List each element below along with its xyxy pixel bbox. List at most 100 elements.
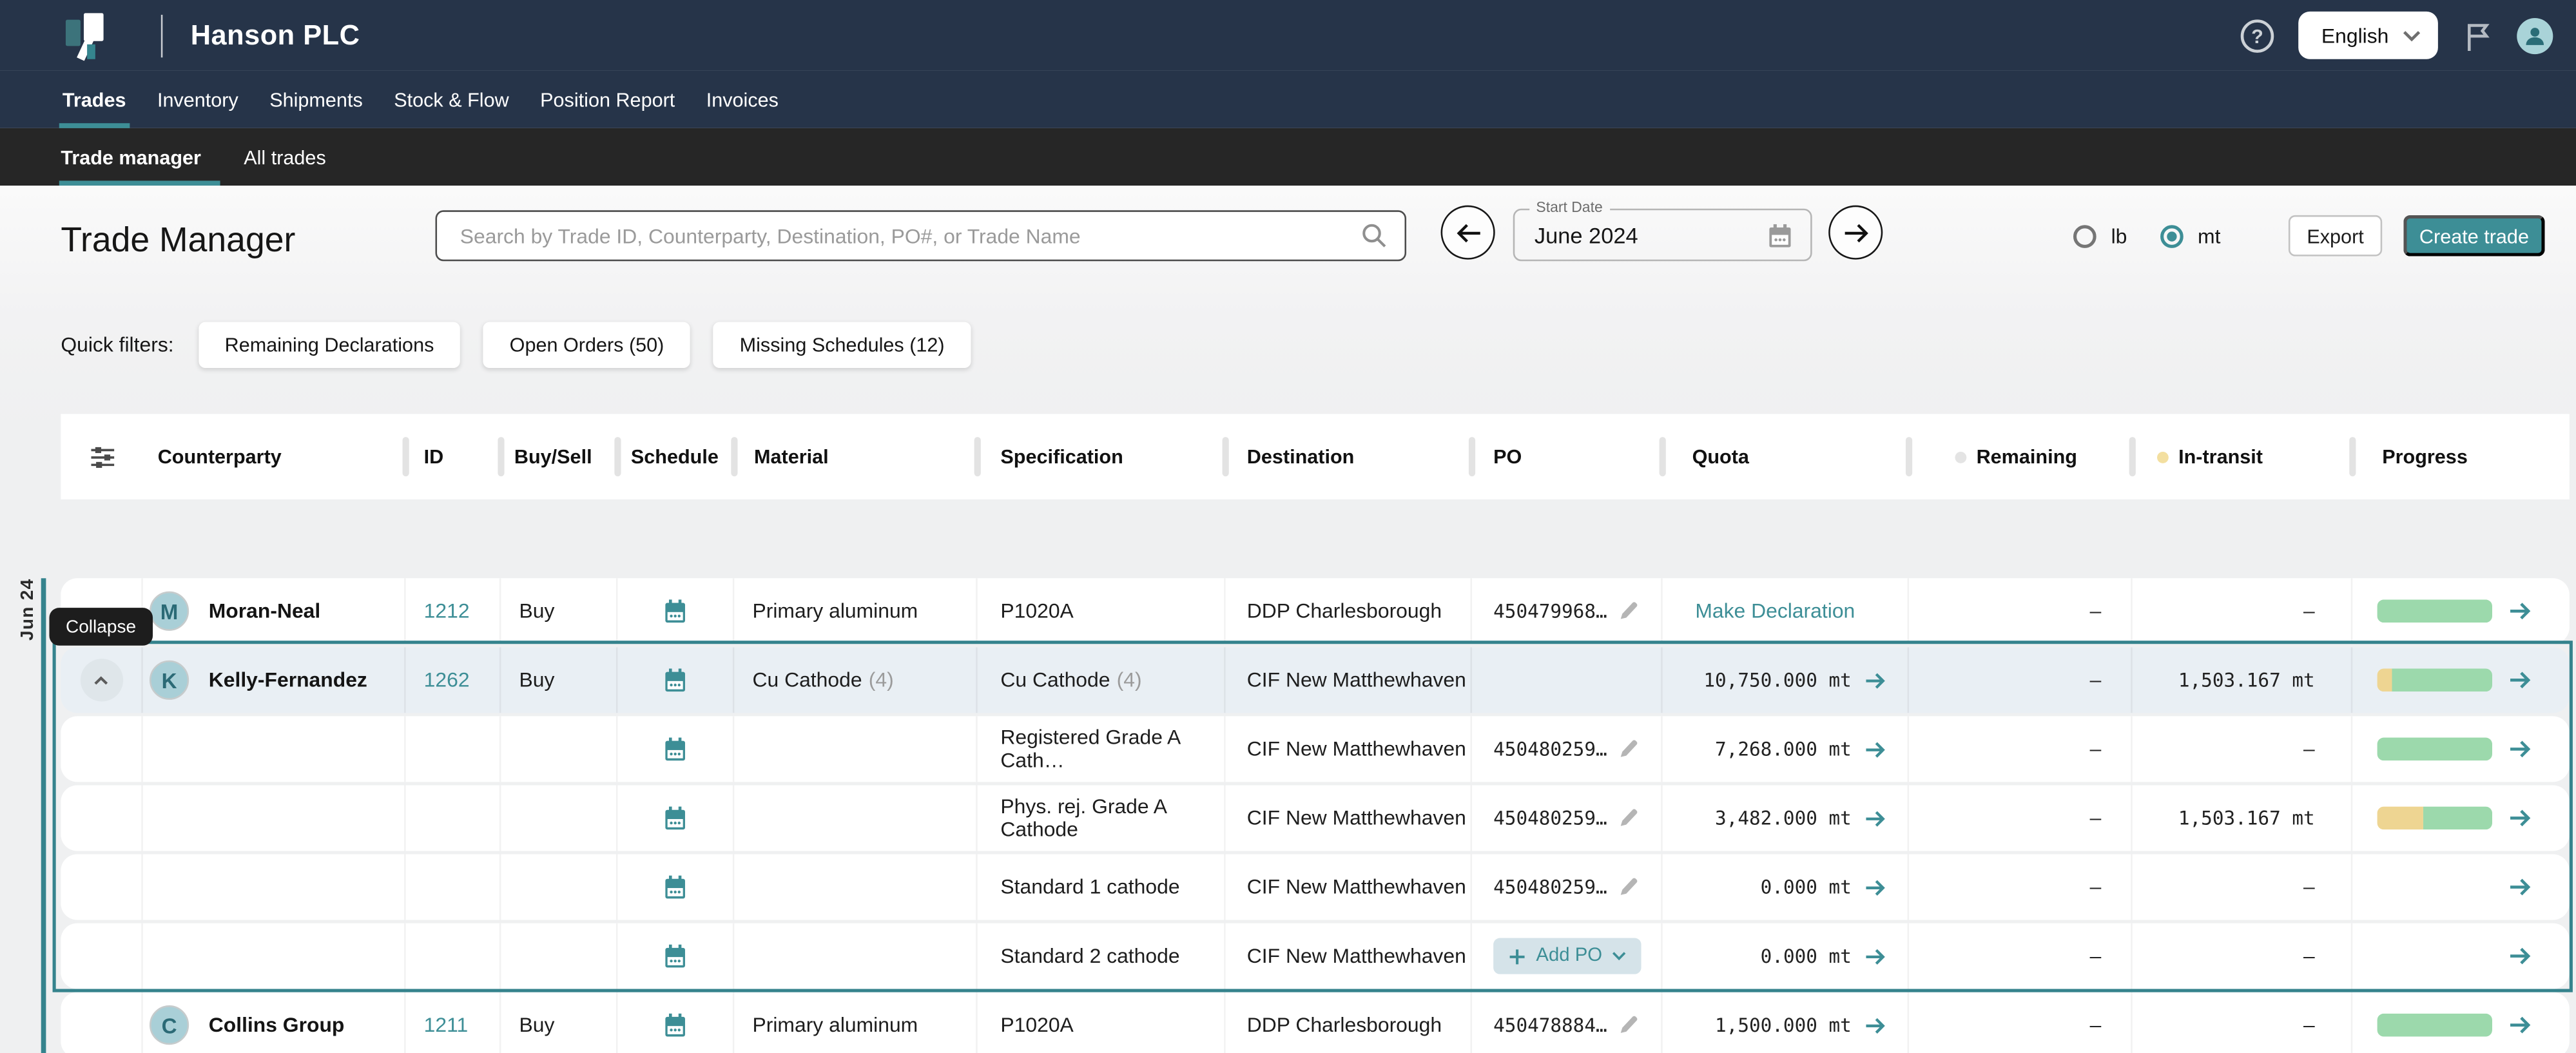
edit-pencil-icon[interactable] [1617,807,1640,830]
open-trade-arrow-icon[interactable] [2507,874,2533,900]
edit-pencil-icon[interactable] [1617,738,1640,761]
schedule-calendar-icon [662,874,688,900]
quota-arrow-icon[interactable] [1863,668,1888,692]
col-buy-sell[interactable]: Buy/Sell [501,414,617,499]
chevron-down-icon [1612,951,1627,961]
schedule-cell[interactable] [617,716,734,782]
make-declaration-link[interactable]: Make Declaration [1695,599,1855,623]
flag-button[interactable] [2461,19,2494,52]
filter-missing-schedules[interactable]: Missing Schedules (12) [713,322,971,368]
open-trade-arrow-icon[interactable] [2507,943,2533,969]
collapse-group-button[interactable] [80,659,122,701]
nav-stock-flow[interactable]: Stock & Flow [394,71,509,128]
in-transit-value: – [2303,599,2315,623]
quota-arrow-icon[interactable] [1863,874,1888,899]
table-row[interactable]: M Moran-Neal 1212 Buy Primary aluminum P… [61,578,2569,644]
quota-value: 3,482.000 mt [1715,807,1852,830]
open-trade-arrow-icon[interactable] [2507,667,2533,693]
remaining-status-dot [1955,451,1966,463]
col-remaining[interactable]: Remaining [1909,414,2133,499]
open-trade-arrow-icon[interactable] [2507,805,2533,831]
buy-sell-cell: Buy [501,992,617,1053]
schedule-cell[interactable] [617,578,734,644]
edit-pencil-icon[interactable] [1617,599,1640,623]
col-counterparty[interactable]: Counterparty [143,414,406,499]
col-material[interactable]: Material [734,414,977,499]
nav-position-report[interactable]: Position Report [540,71,675,128]
po-number: 450480259… [1493,807,1607,830]
schedule-cell[interactable] [617,647,734,713]
po-number: 450480259… [1493,738,1607,761]
nav-invoices[interactable]: Invoices [706,71,779,128]
quota-arrow-icon[interactable] [1863,737,1888,761]
calendar-icon[interactable] [1766,221,1794,249]
create-trade-button[interactable]: Create trade [2403,215,2544,256]
quota-arrow-icon[interactable] [1863,1013,1888,1038]
open-trade-arrow-icon[interactable] [2507,736,2533,762]
col-specification[interactable]: Specification [978,414,1226,499]
specification-cell: Registered Grade A Cath… [978,716,1226,782]
table-subrow[interactable]: Phys. rej. Grade A Cathode CIF New Matth… [61,785,2569,851]
schedule-cell[interactable] [617,923,734,989]
schedule-cell[interactable] [617,855,734,920]
next-month-button[interactable] [1828,206,1883,260]
table-row[interactable]: C Collins Group 1211 Buy Primary aluminu… [61,992,2569,1053]
table-subrow[interactable]: Standard 1 cathode CIF New Matthewhaven … [61,855,2569,920]
quota-arrow-icon[interactable] [1863,943,1888,968]
trade-id-link[interactable]: 1212 [424,599,470,623]
schedule-calendar-icon [662,598,688,624]
table-row-group[interactable]: K Kelly-Fernandez 1262 Buy Cu Cathode(4) [61,647,2569,713]
quota-value: 0.000 mt [1761,876,1852,899]
start-date-field[interactable]: Start Date June 2024 [1513,209,1812,262]
col-quota[interactable]: Quota [1663,414,1909,499]
user-avatar[interactable] [2517,17,2553,53]
col-po[interactable]: PO [1472,414,1663,499]
col-schedule[interactable]: Schedule [617,414,734,499]
column-settings-button[interactable] [61,414,142,499]
in-transit-status-dot [2157,451,2169,463]
nav-shipments[interactable]: Shipments [269,71,363,128]
tab-all-trades[interactable]: All trades [244,128,326,186]
filter-remaining-declarations[interactable]: Remaining Declarations [199,322,460,368]
in-transit-value: – [2303,876,2315,899]
month-group-label: Jun 24 [18,568,38,650]
nav-trades[interactable]: Trades [63,71,126,128]
open-trade-arrow-icon[interactable] [2507,598,2533,624]
table-subrow[interactable]: Standard 2 cathode CIF New Matthewhaven … [61,923,2569,989]
schedule-cell[interactable] [617,785,734,851]
language-selector[interactable]: English [2298,12,2438,59]
table-subrow[interactable]: Registered Grade A Cath… CIF New Matthew… [61,716,2569,782]
help-button[interactable]: ? [2239,17,2275,53]
search-box [436,210,1407,261]
open-trade-arrow-icon[interactable] [2507,1012,2533,1038]
trade-rows: M Moran-Neal 1212 Buy Primary aluminum P… [61,578,2569,1053]
avatar: M [150,592,189,631]
col-progress[interactable]: Progress [2352,414,2569,499]
buy-sell-cell: Buy [501,647,617,713]
add-po-button[interactable]: Add PO [1493,938,1641,974]
destination-cell: DDP Charlesborough [1226,992,1472,1053]
progress-bar [2377,1014,2492,1037]
material-cell: Primary aluminum [734,992,977,1053]
tab-trade-manager[interactable]: Trade manager [61,128,201,186]
search-icon[interactable] [1361,222,1388,249]
col-id[interactable]: ID [406,414,501,499]
remaining-value: – [2090,599,2102,623]
unit-radio-lb[interactable]: lb [2073,224,2127,247]
col-in-transit[interactable]: In-transit [2133,414,2353,499]
search-input[interactable] [460,224,1361,247]
trade-id-link[interactable]: 1211 [424,1014,469,1037]
trade-id-link[interactable]: 1262 [424,668,470,691]
edit-pencil-icon[interactable] [1617,876,1640,899]
previous-month-button[interactable] [1441,206,1495,260]
quota-arrow-icon[interactable] [1863,806,1888,830]
quota-value: 7,268.000 mt [1715,738,1852,761]
col-destination[interactable]: Destination [1226,414,1472,499]
nav-inventory[interactable]: Inventory [157,71,238,128]
unit-radio-mt[interactable]: mt [2160,224,2220,247]
edit-pencil-icon[interactable] [1617,1014,1640,1037]
schedule-cell[interactable] [617,992,734,1053]
filter-open-orders[interactable]: Open Orders (50) [483,322,690,368]
export-button[interactable]: Export [2289,215,2382,256]
progress-bar [2377,876,2492,899]
